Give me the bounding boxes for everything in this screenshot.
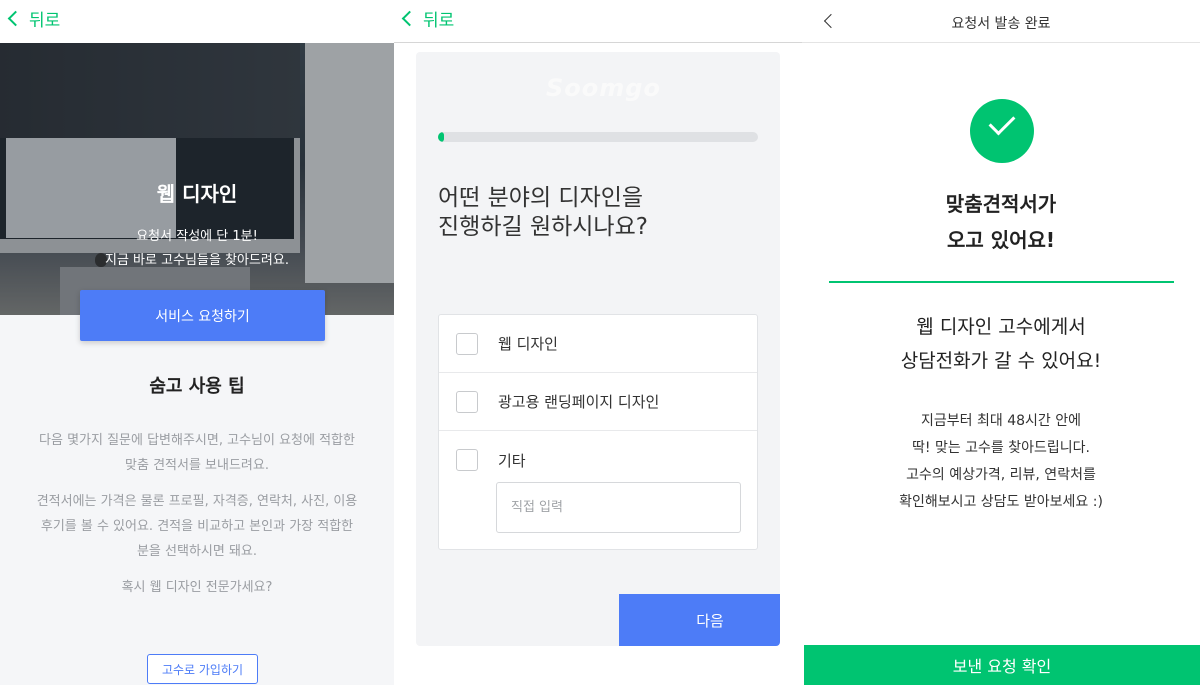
back-label: 뒤로: [423, 11, 455, 31]
description: 지금부터 최대 48시간 안에 딱! 맞는 고수를 찾아드립니다. 고수의 예상…: [899, 413, 1103, 510]
service-landing-panel: 뒤로 웹 디자인 요청서 작성에 단 1분! 지금 바로 고수님들을 찾아드려요…: [0, 0, 394, 685]
options-list: 웹 디자인 광고용 랜딩페이지 디자인 기타: [438, 314, 758, 550]
callout-message: 웹 디자인 고수에게서 상담전화가 갈 수 있어요!: [900, 316, 1102, 372]
green-divider: [829, 281, 1174, 283]
service-request-button[interactable]: 서비스 요청하기: [80, 290, 325, 341]
back-button[interactable]: 뒤로: [401, 6, 455, 31]
checkmark-icon: [988, 108, 1016, 136]
back-label: 뒤로: [29, 11, 61, 31]
option-landing-page-design[interactable]: 광고용 랜딩페이지 디자인: [439, 373, 757, 431]
question-panel: 뒤로 Soomgo 어떤 분야의 디자인을 진행하길 원하시나요? 웹 디자인 …: [394, 0, 802, 685]
option-other[interactable]: 기타: [439, 431, 757, 489]
checkbox[interactable]: [456, 390, 478, 413]
confirm-sent-requests-button[interactable]: 보낸 요청 확인: [804, 645, 1200, 685]
hero-subtitle: 요청서 작성에 단 1분! 지금 바로 고수님들을 찾아드려요.: [105, 229, 289, 268]
progress-bar: [438, 132, 758, 142]
soomgo-watermark: Soomgo: [546, 74, 661, 102]
option-label: 웹 디자인: [498, 335, 558, 353]
back-button[interactable]: 뒤로: [7, 6, 61, 31]
pro-signup-button[interactable]: 고수로 가입하기: [147, 654, 258, 684]
hero-banner: 웹 디자인 요청서 작성에 단 1분! 지금 바로 고수님들을 찾아드려요.: [0, 43, 394, 315]
tip-paragraph: 다음 몇가지 질문에 답변해주시면, 고수님이 요청에 적합한 맞춤 견적서를 …: [39, 433, 355, 473]
request-complete-panel: 요청서 발송 완료 맞춤견적서가 오고 있어요! 웹 디자인 고수에게서 상담전…: [802, 0, 1200, 685]
page-title: 요청서 발송 완료: [951, 16, 1051, 32]
divider: [394, 42, 802, 43]
check-circle-icon: [970, 99, 1034, 163]
direct-input-field[interactable]: [496, 482, 741, 533]
header: 요청서 발송 완료: [802, 0, 1200, 43]
question-card: Soomgo 어떤 분야의 디자인을 진행하길 원하시나요? 웹 디자인 광고용…: [416, 52, 780, 646]
option-label: 광고용 랜딩페이지 디자인: [498, 393, 660, 411]
option-label: 기타: [498, 451, 526, 470]
tips-title: 숨고 사용 팁: [149, 376, 245, 397]
screenshot-root: 뒤로 웹 디자인 요청서 작성에 단 1분! 지금 바로 고수님들을 찾아드려요…: [0, 0, 1200, 685]
headline: 맞춤견적서가 오고 있어요!: [945, 192, 1057, 252]
hero-title: 웹 디자인: [156, 182, 238, 206]
tip-paragraph: 견적서에는 가격은 물론 프로필, 자격증, 연락처, 사진, 이용 후기를 볼…: [36, 494, 358, 559]
top-bar: 뒤로: [0, 0, 394, 43]
next-button[interactable]: 다음: [619, 594, 780, 646]
question-title: 어떤 분야의 디자인을 진행하길 원하시나요?: [438, 185, 648, 240]
checkbox[interactable]: [456, 449, 478, 471]
checkbox[interactable]: [456, 332, 478, 355]
pro-question: 혹시 웹 디자인 전문가세요?: [121, 580, 273, 595]
option-web-design[interactable]: 웹 디자인: [439, 315, 757, 373]
chevron-left-icon: [7, 10, 24, 27]
progress-fill: [438, 132, 445, 142]
chevron-left-icon: [401, 10, 418, 27]
